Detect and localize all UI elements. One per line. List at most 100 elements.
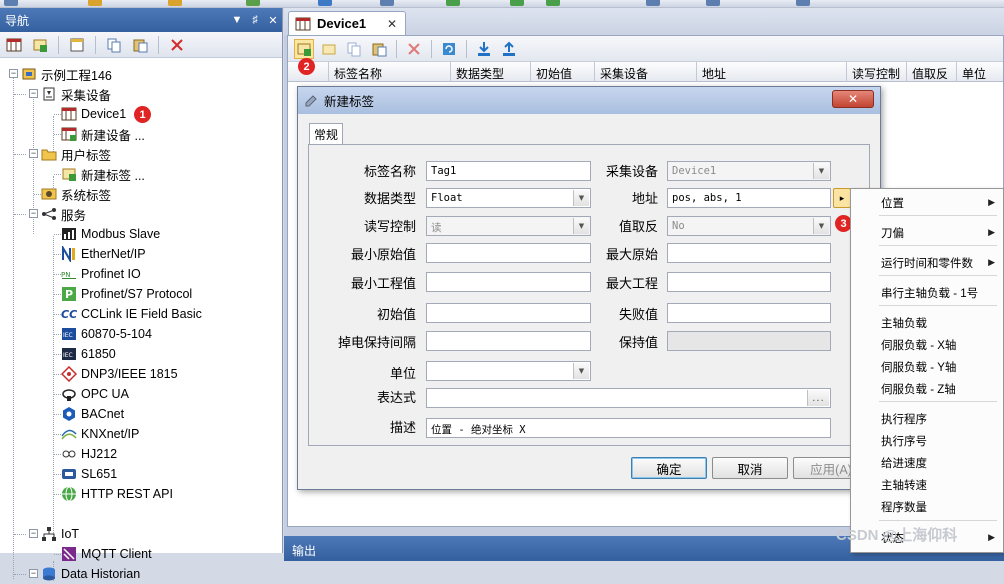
ok-button[interactable]: 确定	[631, 457, 707, 479]
menu-item-runtime-parts[interactable]: 运行时间和零件数	[881, 255, 973, 271]
add-tag-button[interactable]	[30, 35, 50, 55]
tag-name-input[interactable]: Tag1	[426, 161, 591, 181]
copy-button[interactable]	[104, 35, 124, 55]
expression-input[interactable]: ...	[426, 388, 831, 408]
tree-node-service-profinet-io[interactable]: PN Profinet IO	[61, 264, 141, 284]
tree-node-service-61850[interactable]: IEC 61850	[61, 344, 116, 364]
tree-node-label: MQTT Client	[81, 547, 152, 561]
cancel-button[interactable]: 取消	[712, 457, 788, 479]
rw-control-select[interactable]: 读 ▼	[426, 216, 591, 236]
new-tag-dialog: 新建标签 ✕ 常规 标签名称 Tag1 数据类型 Float ▼ 读写控制 读 …	[297, 86, 881, 490]
tab-device1[interactable]: Device1 ✕	[288, 11, 406, 35]
menu-item-spindle-speed[interactable]: 主轴转速	[881, 477, 927, 493]
tree-node-new-tag[interactable]: 新建标签 ...	[61, 164, 145, 184]
menu-item-position[interactable]: 位置	[881, 195, 904, 211]
menu-item-feed-rate[interactable]: 给进速度	[881, 455, 927, 471]
max-eng-input[interactable]	[667, 272, 831, 292]
dialog-title-bar[interactable]: 新建标签 ✕	[298, 87, 880, 114]
dialog-close-button[interactable]: ✕	[832, 90, 874, 108]
tree-node-service-knxnet[interactable]: KNXnet/IP	[61, 424, 139, 444]
expand-toggle-project[interactable]: −	[9, 69, 18, 78]
unit-select[interactable]: ▼	[426, 361, 591, 381]
tree-node-service-60870[interactable]: IEC 60870-5-104	[61, 324, 152, 344]
address-picker-button[interactable]: ▸	[833, 188, 851, 208]
tree-node-service-cclink[interactable]: CC CCLink IE Field Basic	[61, 304, 202, 324]
tree-node-service-http-rest[interactable]: HTTP REST API	[61, 484, 173, 504]
tree-node-iot[interactable]: IoT	[41, 524, 79, 544]
tree-node-system-tags[interactable]: 系统标签	[41, 184, 111, 204]
min-raw-input[interactable]	[426, 243, 591, 263]
nav-pin-icon[interactable]: ♯	[246, 14, 264, 26]
tree-node-service-dnp3[interactable]: DNP3/IEEE 1815	[61, 364, 178, 384]
tree-node-service-ethernet-ip[interactable]: EtherNet/IP	[61, 244, 146, 264]
properties-button[interactable]	[67, 35, 87, 55]
menu-item-servo-load-y[interactable]: 伺服负载 - Y轴	[881, 359, 956, 375]
fail-value-input[interactable]	[667, 303, 831, 323]
tree-node-service-sl651[interactable]: SL651	[61, 464, 117, 484]
menu-item-program-count[interactable]: 程序数量	[881, 499, 927, 515]
tree-node-service-modbus-slave[interactable]: Modbus Slave	[61, 224, 160, 244]
column-header-unit[interactable]: 单位	[962, 65, 986, 82]
tab-close-icon[interactable]: ✕	[387, 17, 397, 31]
nav-dropdown-icon[interactable]: ▼	[228, 14, 246, 26]
max-raw-label: 最大原始	[605, 247, 658, 262]
export-button[interactable]	[499, 39, 519, 59]
expression-browse-button[interactable]: ...	[807, 390, 829, 406]
tree-node-service-opc-ua[interactable]: OPC UA	[61, 384, 129, 404]
delete-button[interactable]	[167, 35, 187, 55]
tree-node-service-profinet-s7[interactable]: P Profinet/S7 Protocol	[61, 284, 192, 304]
copy-button[interactable]	[344, 39, 364, 59]
column-header-init-value[interactable]: 初始值	[536, 65, 572, 82]
menu-item-spindle-load[interactable]: 主轴负载	[881, 315, 927, 331]
tree-node-data-historian[interactable]: Data Historian	[41, 564, 140, 584]
add-device-button[interactable]	[4, 35, 24, 55]
menu-item-exec-program[interactable]: 执行程序	[881, 411, 927, 427]
expand-toggle-services[interactable]: −	[29, 209, 38, 218]
tree-node-service-hj212[interactable]: HJ212	[61, 444, 117, 464]
paste-button[interactable]	[130, 35, 150, 55]
init-value-input[interactable]	[426, 303, 591, 323]
menu-item-servo-load-x[interactable]: 伺服负载 - X轴	[881, 337, 956, 353]
tree-node-device1[interactable]: Device1	[61, 104, 126, 124]
column-header-address[interactable]: 地址	[702, 65, 726, 82]
tree-node-service-bacnet[interactable]: BACnet	[61, 404, 124, 424]
paste-button[interactable]	[369, 39, 389, 59]
menu-item-tool-offset[interactable]: 刀偏	[881, 225, 904, 241]
column-header-tag-name[interactable]: 标签名称	[334, 65, 382, 82]
delete-button[interactable]	[404, 39, 424, 59]
column-header-invert[interactable]: 值取反	[912, 65, 948, 82]
tree-node-collect-devices[interactable]: 采集设备	[41, 84, 111, 104]
tab-general[interactable]: 常规	[309, 123, 343, 145]
tree-node-project[interactable]: 示例工程146	[21, 64, 112, 84]
expand-toggle-user-tags[interactable]: −	[29, 149, 38, 158]
menu-item-serial-spindle-load[interactable]: 串行主轴负载 - 1号	[881, 285, 978, 301]
column-header-data-type[interactable]: 数据类型	[456, 65, 504, 82]
column-header-rw[interactable]: 读写控制	[852, 65, 900, 82]
tree-node-label: SL651	[81, 467, 118, 481]
device-select[interactable]: Device1 ▼	[667, 161, 831, 181]
tree-node-new-device[interactable]: 新建设备 ...	[61, 124, 145, 144]
address-input[interactable]: pos, abs, 1	[667, 188, 831, 208]
edit-tag-button[interactable]	[319, 39, 339, 59]
new-tag-button[interactable]	[294, 38, 314, 59]
data-type-select[interactable]: Float ▼	[426, 188, 591, 208]
min-eng-input[interactable]	[426, 272, 591, 292]
tree-node-mqtt-client[interactable]: MQTT Client	[61, 544, 152, 564]
nav-close-icon[interactable]: ✕	[264, 14, 282, 27]
menu-item-servo-load-z[interactable]: 伺服负载 - Z轴	[881, 381, 956, 397]
menu-item-exec-sequence[interactable]: 执行序号	[881, 433, 927, 449]
tree-node-user-tags[interactable]: 用户标签	[41, 144, 111, 164]
max-raw-input[interactable]	[667, 243, 831, 263]
column-header-device[interactable]: 采集设备	[600, 65, 648, 82]
retain-interval-input[interactable]	[426, 331, 591, 351]
import-button[interactable]	[474, 39, 494, 59]
expand-toggle-historian[interactable]: −	[29, 569, 38, 578]
hold-value-input[interactable]	[667, 331, 831, 351]
expand-toggle-iot[interactable]: −	[29, 529, 38, 538]
description-input[interactable]: 位置 - 绝对坐标 X	[426, 418, 831, 438]
invert-select[interactable]: No ▼	[667, 216, 831, 236]
output-panel-title: 输出	[292, 544, 317, 558]
tree-node-services[interactable]: 服务	[41, 204, 86, 224]
expand-toggle-collect[interactable]: −	[29, 89, 38, 98]
refresh-button[interactable]	[439, 39, 459, 59]
